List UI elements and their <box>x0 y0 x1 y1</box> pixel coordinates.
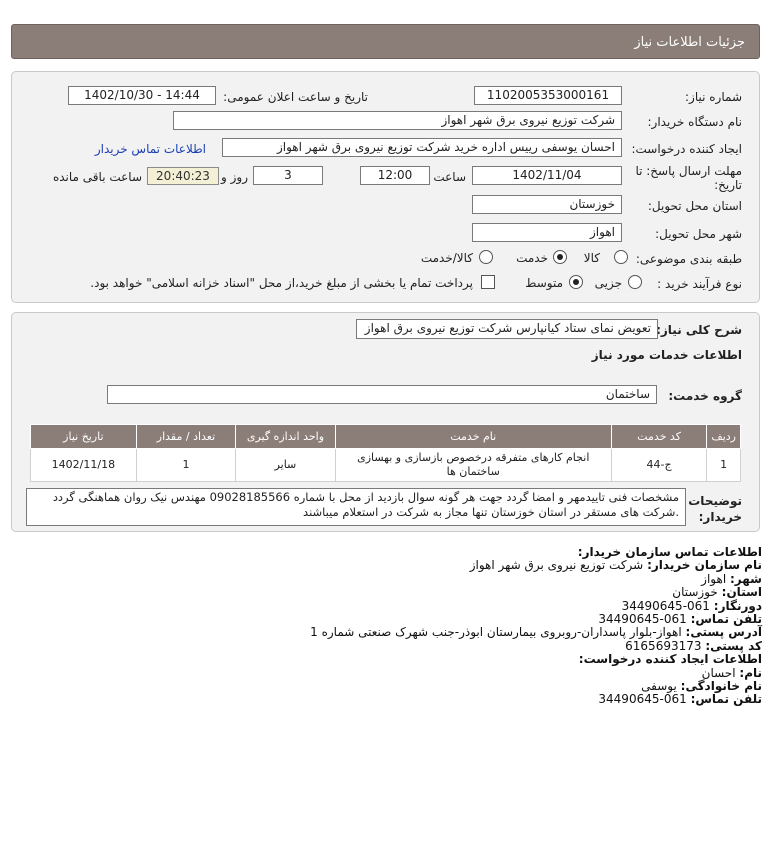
general-description-label: شرح کلی نیاز: <box>656 323 742 337</box>
process-minor-label: جزیی <box>594 276 622 290</box>
treasury-payment-checkbox[interactable] <box>481 275 495 289</box>
category-goods-service-radio[interactable] <box>479 250 493 264</box>
creator-name-row: نام: احسان <box>701 665 762 680</box>
purchase-process-label: نوع فرآیند خرید : <box>657 277 742 291</box>
deadline-date-label: تاریخ: <box>714 178 742 192</box>
cell-row-number: 1 <box>706 448 741 482</box>
delivery-province-field: خوزستان <box>472 195 622 214</box>
deadline-date-field: 1402/11/04 <box>472 166 622 185</box>
buyer-org-field: شرکت توزیع نیروی برق شهر اهواز <box>173 111 622 130</box>
delivery-province-label: استان محل تحویل: <box>647 199 742 213</box>
contact-province-row: استان: خوزستان <box>672 585 762 600</box>
service-group-field: ساختمان <box>107 385 657 404</box>
contact-title: اطلاعات تماس سازمان خریدار: <box>577 545 762 559</box>
service-group-label: گروه خدمت: <box>668 389 742 403</box>
remaining-time-counter: 20:40:23 <box>147 167 219 185</box>
contact-address-row: آدرس پستی: اهواز-بلوار پاسداران-روبروی ب… <box>310 625 762 640</box>
treasury-payment-text: پرداخت تمام یا بخشی از مبلغ خرید،از محل … <box>90 276 473 290</box>
services-table-header: ردیف کد خدمت نام خدمت واحد اندازه گیری ت… <box>30 424 741 449</box>
category-goods-radio[interactable] <box>614 250 628 264</box>
buyer-notes-field: مشخصات فنی تاییدمهر و امضا گردد جهت هر گ… <box>26 488 686 526</box>
process-minor-radio[interactable] <box>628 275 642 289</box>
col-service-code-header: کد خدمت <box>610 424 708 449</box>
buyer-notes-label: توضیحات <box>688 494 742 508</box>
creator-phone-row: تلفن تماس: 061-34490645 <box>598 692 762 707</box>
cell-quantity: 1 <box>135 448 237 482</box>
col-quantity-header: تعداد / مقدار <box>135 424 237 449</box>
process-medium-radio[interactable] <box>569 275 583 289</box>
services-info-title: اطلاعات خدمات مورد نیاز <box>591 348 742 362</box>
buyer-org-label: نام دستگاه خریدار: <box>647 115 743 129</box>
need-number-label: شماره نیاز: <box>685 90 742 104</box>
page-title: جزئیات اطلاعات نیاز <box>634 35 745 50</box>
creator-family-row: نام خانوادگی: یوسفی <box>641 679 762 694</box>
contact-org-row: نام سازمان خریدار: شرکت توزیع نیروی برق … <box>469 558 762 573</box>
remaining-time-label: ساعت باقی مانده <box>52 170 142 184</box>
announce-datetime-label: تاریخ و ساعت اعلان عمومی: <box>223 90 368 104</box>
deadline-time-field: 12:00 <box>360 166 430 185</box>
days-label: روز و <box>221 170 248 184</box>
category-goods-label: کالا <box>583 251 600 265</box>
col-service-name-header: نام خدمت <box>334 424 612 449</box>
deadline-time-label: ساعت <box>433 170 466 184</box>
general-description-field: تعویض نمای ستاد کیانپارس شرکت توزیع نیرو… <box>356 319 658 339</box>
cell-service-name: انجام کارهای متفرقه درخصوص بازسازی و بهس… <box>334 448 612 482</box>
deadline-label: مهلت ارسال پاسخ: تا <box>635 164 742 178</box>
contact-city-row: شهر: اهواز <box>701 571 762 586</box>
need-details-panel <box>11 71 760 303</box>
creator-info-title: اطلاعات ایجاد کننده درخواست: <box>578 652 762 667</box>
category-service-label: خدمت <box>516 251 548 265</box>
col-unit-header: واحد اندازه گیری <box>235 424 336 449</box>
col-need-date-header: تاریخ نیاز <box>30 424 137 449</box>
table-row: 1 ج-44 انجام کارهای متفرقه درخصوص بازساز… <box>30 448 741 482</box>
remaining-days-field: 3 <box>253 166 323 185</box>
contact-postal-row: کد پستی: 6165693173 <box>625 638 762 653</box>
buyer-contact-info-link[interactable]: اطلاعات تماس خریدار <box>95 142 206 156</box>
subject-category-label: طبقه بندی موضوعی: <box>635 252 742 266</box>
cell-need-date: 1402/11/18 <box>30 448 137 482</box>
contact-fax-row: دورنگار: 061-34490645 <box>621 598 762 613</box>
process-medium-label: متوسط <box>525 276 563 290</box>
buyer-notes-label-2: خریدار: <box>698 510 742 524</box>
announce-datetime-field: 1402/10/30 - 14:44 <box>68 86 216 105</box>
cell-unit: سایر <box>235 448 336 482</box>
request-creator-field: احسان یوسفی رییس اداره خرید شرکت توزیع ن… <box>222 138 622 157</box>
need-number-field: 1102005353000161 <box>474 86 622 105</box>
delivery-city-field: اهواز <box>472 223 622 242</box>
services-table: ردیف کد خدمت نام خدمت واحد اندازه گیری ت… <box>30 424 741 482</box>
cell-service-code: ج-44 <box>610 448 708 482</box>
page-header: جزئیات اطلاعات نیاز <box>11 24 760 59</box>
category-goods-service-label: کالا/خدمت <box>420 251 473 265</box>
request-creator-label: ایجاد کننده درخواست: <box>631 142 742 156</box>
contact-info-section: اطلاعات تماس سازمان خریدار: نام سازمان خ… <box>310 545 762 707</box>
col-row-header: ردیف <box>706 424 741 449</box>
category-service-radio[interactable] <box>553 250 567 264</box>
delivery-city-label: شهر محل تحویل: <box>655 227 742 241</box>
